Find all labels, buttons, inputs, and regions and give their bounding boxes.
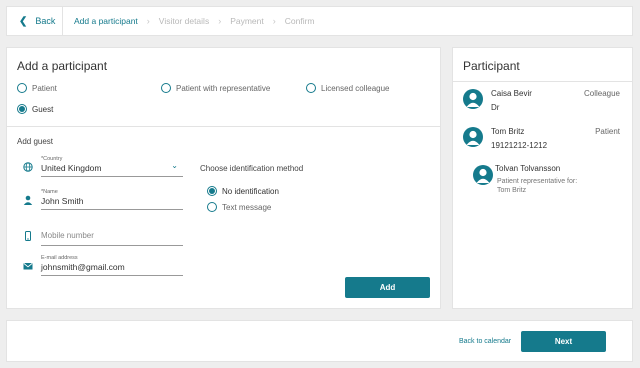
email-field[interactable]: E-mail address johnsmith@gmail.com [20, 254, 183, 276]
radio-patient-with-representative[interactable]: Patient with representative [161, 83, 270, 93]
radio-label: Text message [222, 202, 272, 212]
next-button[interactable]: Next [521, 331, 606, 352]
add-participant-card: Add a participant Patient Patient with r… [6, 47, 441, 309]
email-value: johnsmith@gmail.com [41, 262, 125, 272]
person-icon [23, 195, 33, 205]
participant-name: Caisa Bevir [491, 89, 532, 98]
add-participant-title: Add a participant [17, 59, 108, 73]
chevron-down-icon: ⌄ [171, 161, 178, 170]
step-add-participant: Add a participant [74, 16, 138, 26]
name-value: John Smith [41, 196, 84, 206]
radio-text-message[interactable]: Text message [207, 202, 271, 212]
participant-name: Tolvan Tolvansson [495, 164, 561, 173]
name-field[interactable]: *Name John Smith [20, 188, 183, 210]
footer-bar: Back to calendar Next [6, 320, 633, 362]
radio-circle-selected [17, 104, 27, 114]
radio-circle [161, 83, 171, 93]
back-button[interactable]: ❮ Back [7, 7, 63, 35]
radio-guest[interactable]: Guest [17, 104, 53, 114]
representative-for-name: Tom Britz [497, 187, 527, 194]
mobile-phone-icon [25, 231, 31, 241]
radio-circle [207, 202, 217, 212]
radio-circle [17, 83, 27, 93]
chevron-right-icon: › [218, 16, 222, 26]
participants-card: Participant Caisa Bevir Dr Colleague Tom… [452, 47, 633, 309]
radio-label: Guest [32, 104, 54, 114]
participant-role: Colleague [583, 89, 620, 98]
envelope-icon [23, 263, 33, 270]
step-breadcrumb: Add a participant › Visitor details › Pa… [74, 7, 315, 35]
avatar-icon [473, 165, 493, 185]
radio-label: Patient [32, 83, 57, 93]
radio-circle-selected [207, 186, 217, 196]
avatar-icon [463, 89, 483, 109]
radio-label: Patient with representative [176, 83, 271, 93]
step-confirm: Confirm [284, 16, 315, 26]
representative-note: Patient representative for: [497, 178, 578, 185]
radio-label: Licensed colleague [321, 83, 390, 93]
participant-id: 19121212-1212 [491, 141, 548, 150]
top-nav-bar: ❮ Back Add a participant › Visitor detai… [6, 6, 633, 36]
divider [453, 81, 632, 82]
step-visitor-details: Visitor details [158, 16, 210, 26]
participants-title: Participant [463, 59, 520, 73]
add-guest-title: Add guest [17, 137, 54, 146]
field-underline [41, 245, 183, 246]
mobile-placeholder: Mobile number [41, 231, 94, 240]
step-payment: Payment [230, 16, 264, 26]
field-underline [41, 275, 183, 276]
radio-label: No identification [222, 186, 279, 196]
country-select[interactable]: *Country United Kingdom ⌄ [20, 155, 183, 177]
divider [7, 126, 440, 127]
chevron-right-icon: › [146, 16, 150, 26]
mobile-number-field[interactable]: Mobile number [20, 224, 183, 246]
radio-licensed-colleague[interactable]: Licensed colleague [306, 83, 390, 93]
name-label: *Name [41, 189, 58, 195]
country-value: United Kingdom [41, 163, 102, 173]
participant-name: Tom Britz [491, 127, 525, 136]
participant-title: Dr [491, 103, 500, 112]
globe-icon [23, 162, 33, 172]
chevron-left-icon: ❮ [19, 15, 28, 27]
back-label: Back [35, 16, 56, 26]
avatar-icon [463, 127, 483, 147]
chevron-right-icon: › [272, 16, 276, 26]
add-button[interactable]: Add [345, 277, 430, 298]
radio-patient[interactable]: Patient [17, 83, 57, 93]
participant-role: Patient [595, 127, 620, 136]
email-label: E-mail address [41, 255, 78, 261]
back-to-calendar-link[interactable]: Back to calendar [459, 338, 511, 345]
field-underline [41, 176, 183, 177]
radio-no-identification[interactable]: No identification [207, 186, 279, 196]
radio-circle [306, 83, 316, 93]
field-underline [41, 209, 183, 210]
id-method-title: Choose identification method [200, 164, 304, 173]
country-label: *Country [41, 156, 63, 162]
